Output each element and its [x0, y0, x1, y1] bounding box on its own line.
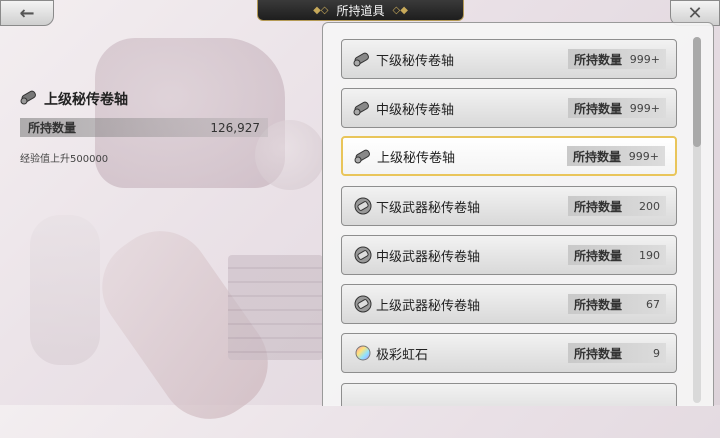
list-item-count-label: 所持数量 [574, 297, 623, 312]
scroll-icon [353, 145, 375, 167]
list-item-name: 中级秘传卷轴 [376, 102, 455, 118]
scroll-icon [352, 97, 374, 119]
list-item-count-value: 999+ [629, 101, 660, 115]
ornament-right-icon: ◇◆ [392, 4, 408, 16]
background-hourglass-art [30, 215, 100, 365]
list-item[interactable]: 极彩虹石 所持数量 9 [341, 333, 677, 373]
list-item[interactable]: 下级武器秘传卷轴 所持数量 200 [341, 186, 677, 226]
list-item-count-label: 所持数量 [574, 346, 623, 361]
detail-count-value: 126,927 [210, 120, 260, 135]
list-item-partial[interactable] [341, 383, 677, 406]
background-books-art [228, 255, 323, 360]
list-item-count-label: 所持数量 [574, 199, 623, 214]
detail-item-name: 上级秘传卷轴 [20, 88, 128, 110]
arrow-left-icon: ← [19, 2, 35, 24]
list-item-count-value: 200 [639, 199, 660, 213]
weapon-scroll-icon [352, 195, 374, 217]
list-item[interactable]: 下级秘传卷轴 所持数量 999+ [341, 39, 677, 79]
background-scroll-art [82, 211, 288, 438]
list-item-count-label: 所持数量 [573, 149, 622, 164]
scroll-icon [352, 48, 374, 70]
list-item-name: 极彩虹石 [376, 347, 429, 363]
list-scrollbar[interactable] [693, 37, 701, 403]
list-item-name: 上级秘传卷轴 [377, 150, 456, 166]
list-item-count-box: 所持数量 67 [568, 294, 666, 314]
list-item-count-value: 999+ [628, 149, 659, 163]
scroll-icon [20, 88, 40, 110]
list-item-count-box: 所持数量 999+ [568, 98, 666, 118]
list-item-name: 下级武器秘传卷轴 [376, 200, 481, 216]
list-item[interactable]: 中级武器秘传卷轴 所持数量 190 [341, 235, 677, 275]
detail-item-label: 上级秘传卷轴 [44, 92, 128, 108]
weapon-scroll-icon [352, 293, 374, 315]
list-item-count-value: 67 [646, 297, 660, 311]
ornament-left-icon: ◆◇ [313, 4, 329, 16]
list-item-count-label: 所持数量 [574, 101, 623, 116]
list-item-count-value: 999+ [629, 52, 660, 66]
background-bag-art [95, 38, 285, 188]
rainbow-gem-icon [352, 342, 374, 364]
list-item-count-box: 所持数量 200 [568, 196, 666, 216]
list-item[interactable]: 中级秘传卷轴 所持数量 999+ [341, 88, 677, 128]
list-item[interactable]: 上级武器秘传卷轴 所持数量 67 [341, 284, 677, 324]
list-item-count-label: 所持数量 [574, 248, 623, 263]
back-button[interactable]: ← [0, 0, 54, 26]
weapon-scroll-icon [352, 244, 374, 266]
list-item-count-box: 所持数量 999+ [567, 146, 665, 166]
list-item-count-value: 190 [639, 248, 660, 262]
item-list-panel[interactable]: 下级秘传卷轴 所持数量 999+ 中级秘传卷轴 所持数量 999+ 上级秘传卷轴… [322, 22, 714, 406]
list-item-name: 上级武器秘传卷轴 [376, 298, 481, 314]
list-item-count-box: 所持数量 190 [568, 245, 666, 265]
detail-description: 经验值上升500000 [20, 154, 109, 165]
list-item-count-box: 所持数量 999+ [568, 49, 666, 69]
detail-count-label: 所持数量 [28, 121, 77, 135]
page-title-bar: ◆◇ 所持道具 ◇◆ [257, 0, 464, 21]
list-item-selected[interactable]: 上级秘传卷轴 所持数量 999+ [341, 136, 677, 176]
list-item-count-label: 所持数量 [574, 52, 623, 67]
detail-count-bar: 所持数量 126,927 [20, 118, 268, 137]
list-item-count-value: 9 [653, 346, 660, 360]
close-icon: ✕ [687, 2, 703, 24]
page-title: 所持道具 [336, 3, 385, 18]
list-item-name: 中级武器秘传卷轴 [376, 249, 481, 265]
list-scrollbar-thumb[interactable] [693, 37, 701, 147]
list-item-name: 下级秘传卷轴 [376, 53, 455, 69]
list-item-count-box: 所持数量 9 [568, 343, 666, 363]
